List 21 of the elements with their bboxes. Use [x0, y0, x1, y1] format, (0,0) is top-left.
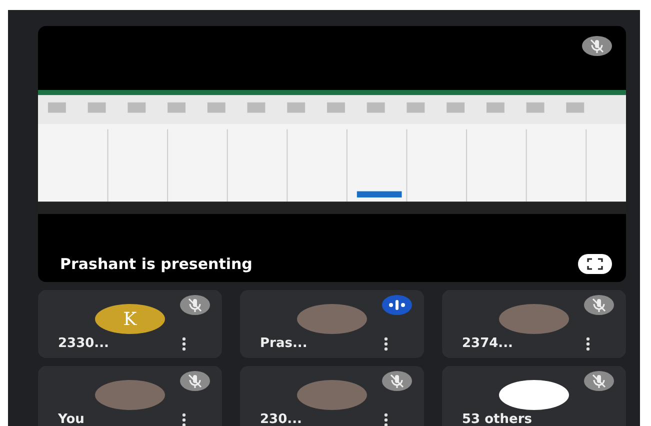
others-count: 53 others	[462, 412, 532, 426]
participant-name: 2374...	[462, 336, 513, 351]
participant-tile[interactable]: K 2330...	[38, 290, 222, 358]
more-options-icon[interactable]	[384, 336, 388, 350]
participant-tile[interactable]: 53 others	[442, 366, 626, 426]
fullscreen-icon	[587, 258, 603, 270]
participant-tile[interactable]: 2374...	[442, 290, 626, 358]
participant-tile[interactable]: You	[38, 366, 222, 426]
more-options-icon[interactable]	[182, 336, 186, 350]
avatar-initial: K	[95, 304, 165, 334]
more-options-icon[interactable]	[586, 336, 590, 350]
participant-name: 230...	[260, 412, 302, 426]
more-options-icon[interactable]	[182, 412, 186, 426]
participant-tile[interactable]: Pras...	[240, 290, 424, 358]
participant-tile[interactable]: 230...	[240, 366, 424, 426]
participant-name: You	[58, 412, 84, 426]
participant-name: Pras...	[260, 336, 308, 351]
fullscreen-button[interactable]	[578, 254, 612, 274]
presenting-caption: Prashant is presenting	[60, 255, 252, 273]
participant-name: 2330...	[58, 336, 109, 351]
more-options-icon[interactable]	[384, 412, 388, 426]
